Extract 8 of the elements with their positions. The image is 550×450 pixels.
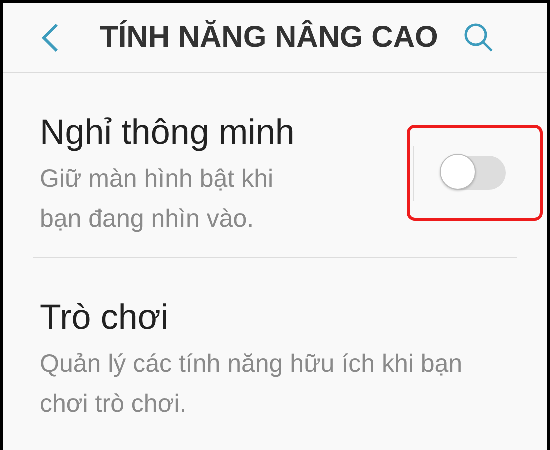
- setting-description: Giữ màn hình bật khi bạn đang nhìn vào.: [40, 164, 275, 235]
- setting-description: Quản lý các tính năng hữu ích khi bạn chơi trò chơi.: [40, 349, 464, 420]
- back-icon[interactable]: [40, 22, 60, 52]
- toggle-switch[interactable]: [442, 156, 506, 190]
- search-icon[interactable]: [463, 22, 495, 54]
- setting-title[interactable]: Trò chơi: [40, 298, 480, 338]
- page-title: TÍNH NĂNG NÂNG CAO: [100, 20, 440, 54]
- setting-title[interactable]: Nghỉ thông minh: [40, 113, 480, 153]
